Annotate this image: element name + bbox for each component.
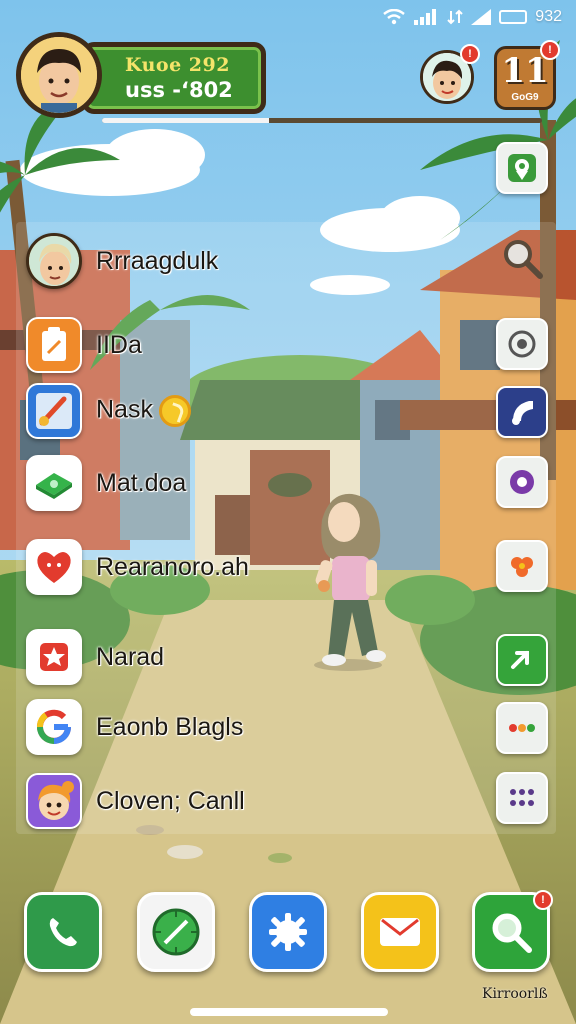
wifi-icon [383, 9, 406, 25]
list-item-label: Rrraagdulk [96, 246, 219, 275]
list-item-label: Rearanoro.ah [96, 552, 249, 581]
list-item[interactable]: Eaonb Blagls [26, 696, 243, 758]
list-item[interactable]: Nask [26, 380, 191, 442]
camera-icon[interactable] [496, 318, 548, 370]
status-bar: 932 [383, 6, 562, 28]
dock-caption: Kirroorlß [482, 986, 548, 1002]
top-progress-bar [102, 118, 542, 123]
profile-subtitle: uss -‘802 [125, 78, 233, 102]
top-progress-fill [102, 118, 270, 123]
phone-icon[interactable] [24, 892, 102, 972]
list-item-label: Cloven; Canll [96, 786, 245, 815]
flower-icon[interactable] [496, 540, 548, 592]
calendar-notification-badge: ! [540, 40, 560, 60]
app-list: Rrraagdulk IIDa Nask Mat.doa Rearanoro.a… [16, 222, 556, 834]
settings-icon[interactable] [249, 892, 327, 972]
calendar-label: GoG9 [511, 92, 539, 103]
list-item[interactable]: IIDa [26, 314, 142, 376]
magnifier-icon[interactable] [496, 232, 548, 284]
heart-icon [26, 539, 82, 595]
friend-notification-badge: ! [460, 44, 480, 64]
money-icon [26, 455, 82, 511]
compass-icon[interactable] [137, 892, 215, 972]
arrow-icon[interactable] [496, 634, 548, 686]
battery-text: 932 [535, 8, 562, 25]
star-icon [26, 629, 82, 685]
list-item[interactable]: Mat.doa [26, 452, 186, 514]
profile-card[interactable]: Kuoe 292 uss -‘802 [16, 32, 266, 120]
signal-icon [413, 9, 439, 25]
list-item[interactable]: Cloven; Canll [26, 770, 245, 832]
record-icon[interactable] [496, 456, 548, 508]
search-notification-badge: ! [533, 890, 553, 910]
avatar-icon [26, 233, 82, 289]
character-icon [26, 773, 82, 829]
data-icon [447, 9, 464, 25]
chat-dots-icon[interactable] [496, 702, 548, 754]
google-icon [26, 699, 82, 755]
coin-icon [158, 395, 191, 427]
signal-icon-2 [471, 9, 492, 25]
battery-icon [499, 10, 528, 24]
profile-panel: Kuoe 292 uss -‘802 [82, 42, 266, 114]
grid-dots-icon[interactable] [496, 772, 548, 824]
list-item[interactable]: Rrraagdulk [26, 230, 218, 292]
list-item[interactable]: Rearanoro.ah [26, 536, 249, 598]
list-item[interactable]: Narad [26, 626, 164, 688]
home-indicator[interactable] [190, 1008, 388, 1016]
music-icon[interactable] [496, 386, 548, 438]
list-item-label: Mat.doa [96, 468, 187, 497]
map-pin-icon[interactable] [496, 142, 548, 194]
list-item-label: IIDa [96, 330, 142, 359]
profile-avatar-icon[interactable] [16, 32, 102, 118]
notepad-icon [26, 317, 82, 373]
mail-icon[interactable] [361, 892, 439, 972]
profile-title: Kuoe 292 [125, 54, 230, 76]
list-item-label: Nask [96, 395, 191, 427]
list-item-label: Narad [96, 642, 165, 671]
list-item-label: Eaonb Blagls [96, 712, 244, 741]
paint-brush-icon [26, 383, 82, 439]
